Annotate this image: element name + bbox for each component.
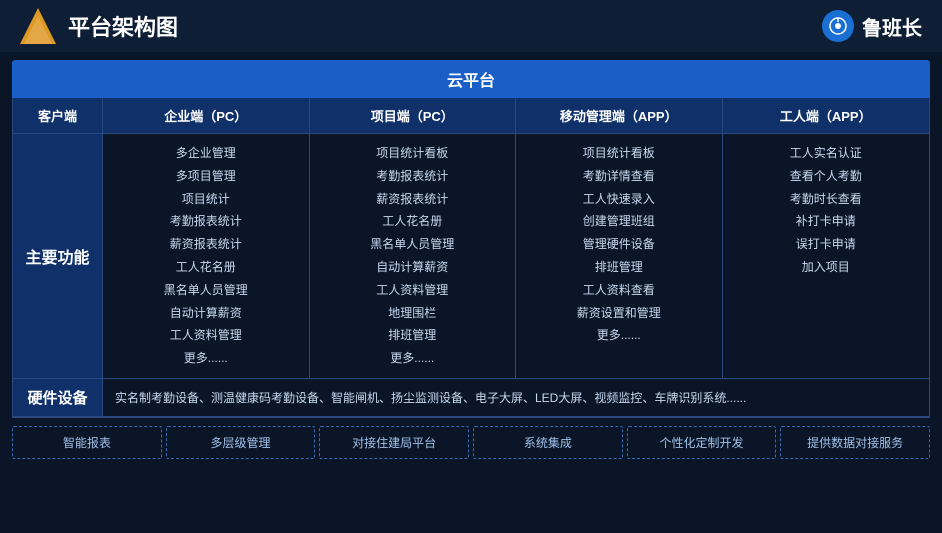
main-function-row: 主要功能 多企业管理 多项目管理 项目统计 考勤报表统计 薪资报表统计 工人花名… — [13, 134, 929, 379]
list-item: 自动计算薪资 — [113, 302, 299, 325]
worker-app-content: 工人实名认证 查看个人考勤 考勤时长查看 补打卡申请 误打卡申请 加入项目 — [723, 134, 930, 378]
bottom-item-3: 系统集成 — [473, 426, 623, 459]
main-function-label: 主要功能 — [13, 134, 103, 378]
col-header-project: 项目端（PC） — [310, 98, 517, 133]
main-content: 云平台 客户端 企业端（PC） 项目端（PC） 移动管理端（APP） 工人端（A… — [0, 52, 942, 467]
header-right: 鲁班长 — [822, 10, 922, 42]
list-item: 管理硬件设备 — [526, 233, 712, 256]
header-left: 平台架构图 — [20, 8, 178, 44]
list-item: 薪资设置和管理 — [526, 302, 712, 325]
list-item: 补打卡申请 — [733, 210, 920, 233]
list-item: 更多...... — [320, 347, 506, 370]
list-item: 项目统计看板 — [320, 142, 506, 165]
list-item: 地理围栏 — [320, 302, 506, 325]
hardware-content: 实名制考勤设备、测温健康码考勤设备、智能闸机、扬尘监测设备、电子大屏、LED大屏… — [103, 379, 929, 416]
list-item: 黑名单人员管理 — [113, 279, 299, 302]
list-item: 多企业管理 — [113, 142, 299, 165]
list-item: 工人花名册 — [113, 256, 299, 279]
brand-logo-icon — [822, 10, 854, 42]
bottom-item-0: 智能报表 — [12, 426, 162, 459]
list-item: 工人实名认证 — [733, 142, 920, 165]
brand-name: 鲁班长 — [862, 12, 922, 41]
bottom-item-2: 对接住建局平台 — [319, 426, 469, 459]
list-item: 薪资报表统计 — [113, 233, 299, 256]
list-item: 工人花名册 — [320, 210, 506, 233]
list-item: 加入项目 — [733, 256, 920, 279]
list-item: 项目统计 — [113, 188, 299, 211]
list-item: 考勤报表统计 — [320, 165, 506, 188]
project-pc-content: 项目统计看板 考勤报表统计 薪资报表统计 工人花名册 黑名单人员管理 自动计算薪… — [310, 134, 517, 378]
list-item: 工人资料查看 — [526, 279, 712, 302]
hardware-label: 硬件设备 — [13, 379, 103, 416]
list-item: 考勤详情查看 — [526, 165, 712, 188]
list-item: 更多...... — [113, 347, 299, 370]
bottom-item-4: 个性化定制开发 — [627, 426, 777, 459]
cloud-platform-bar: 云平台 — [12, 60, 930, 98]
col-header-worker: 工人端（APP） — [723, 98, 930, 133]
list-item: 考勤时长查看 — [733, 188, 920, 211]
list-item: 考勤报表统计 — [113, 210, 299, 233]
list-item: 项目统计看板 — [526, 142, 712, 165]
bottom-item-1: 多层级管理 — [166, 426, 316, 459]
col-header-enterprise: 企业端（PC） — [103, 98, 310, 133]
list-item: 薪资报表统计 — [320, 188, 506, 211]
list-item: 更多...... — [526, 324, 712, 347]
table-header-row: 客户端 企业端（PC） 项目端（PC） 移动管理端（APP） 工人端（APP） — [13, 98, 929, 134]
list-item: 工人快速录入 — [526, 188, 712, 211]
list-item: 创建管理班组 — [526, 210, 712, 233]
header: 平台架构图 鲁班长 — [0, 0, 942, 52]
page-title: 平台架构图 — [68, 10, 178, 42]
list-item: 工人资料管理 — [320, 279, 506, 302]
bottom-item-5: 提供数据对接服务 — [780, 426, 930, 459]
list-item: 排班管理 — [526, 256, 712, 279]
list-item: 黑名单人员管理 — [320, 233, 506, 256]
mobile-app-content: 项目统计看板 考勤详情查看 工人快速录入 创建管理班组 管理硬件设备 排班管理 … — [516, 134, 723, 378]
list-item: 排班管理 — [320, 324, 506, 347]
platform-table: 客户端 企业端（PC） 项目端（PC） 移动管理端（APP） 工人端（APP） … — [12, 98, 930, 418]
list-item: 查看个人考勤 — [733, 165, 920, 188]
col-header-client: 客户端 — [13, 98, 103, 133]
list-item: 工人资料管理 — [113, 324, 299, 347]
logo-icon — [20, 8, 56, 44]
hardware-row: 硬件设备 实名制考勤设备、测温健康码考勤设备、智能闸机、扬尘监测设备、电子大屏、… — [13, 379, 929, 417]
list-item: 自动计算薪资 — [320, 256, 506, 279]
col-header-mobile: 移动管理端（APP） — [516, 98, 723, 133]
enterprise-pc-content: 多企业管理 多项目管理 项目统计 考勤报表统计 薪资报表统计 工人花名册 黑名单… — [103, 134, 310, 378]
bottom-row: 智能报表 多层级管理 对接住建局平台 系统集成 个性化定制开发 提供数据对接服务 — [12, 426, 930, 459]
list-item: 误打卡申请 — [733, 233, 920, 256]
list-item: 多项目管理 — [113, 165, 299, 188]
